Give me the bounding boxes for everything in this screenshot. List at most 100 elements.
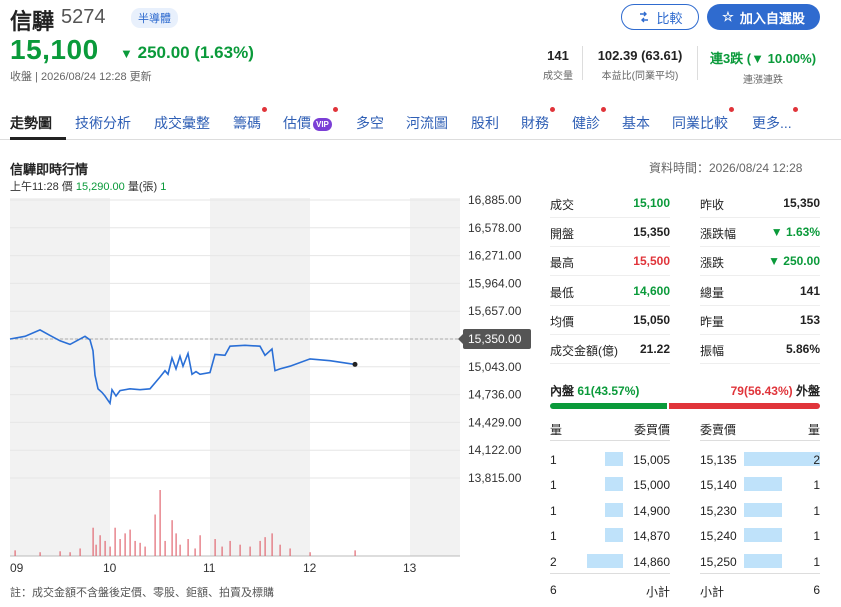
- volume-bar: [59, 551, 61, 556]
- notification-dot: [550, 107, 555, 112]
- data-time: 資料時間：2026/08/24 12:28: [649, 161, 803, 175]
- volume-bar: [114, 527, 116, 556]
- volume-bar: [354, 550, 356, 556]
- status-line: 收盤 | 2026/08/24 12:28 更新: [10, 71, 152, 83]
- volume-bar: [154, 514, 156, 556]
- tab-basic[interactable]: 基本: [622, 113, 650, 133]
- divider: [697, 46, 698, 80]
- volume-bar: [309, 552, 311, 556]
- volume-bar: [229, 540, 231, 556]
- row-divider: [550, 217, 670, 218]
- ask-depth-bar: [744, 502, 782, 517]
- stat-volume-label: 成交量: [543, 71, 573, 82]
- tab-trend[interactable]: 走勢圖: [10, 113, 52, 133]
- add-to-watchlist-button[interactable]: ☆ 加入自選股: [707, 4, 820, 30]
- row-divider: [550, 333, 670, 335]
- header-ask-qty: 量: [807, 423, 820, 437]
- hour-band: [410, 198, 460, 556]
- header-bid-qty: 量: [550, 423, 563, 437]
- row-divider: [700, 304, 820, 306]
- bid-depth-bar: [587, 553, 623, 568]
- row-divider: [550, 275, 670, 277]
- quote-right-value: ▼ 1.63%: [770, 225, 820, 240]
- tab-chips[interactable]: 籌碼: [233, 107, 267, 133]
- quote-left-value: 14,600: [633, 283, 670, 298]
- volume-bar: [124, 533, 126, 556]
- volume-bar: [271, 533, 273, 556]
- tab-dividend[interactable]: 股利: [471, 113, 499, 133]
- volume-bar: [95, 544, 97, 556]
- ask-price: 15,140: [700, 478, 737, 493]
- ask-qty: 1: [813, 478, 820, 493]
- x-tick-label: 11: [203, 561, 216, 575]
- tab-long-short[interactable]: 多空: [356, 113, 384, 133]
- volume-bar: [129, 529, 131, 556]
- bid-qty: 1: [550, 478, 557, 493]
- tab-financial[interactable]: 財務: [521, 107, 555, 133]
- tab-more[interactable]: 更多...: [752, 107, 798, 133]
- volume-bar: [221, 546, 223, 556]
- volume-bar: [109, 546, 111, 556]
- bid-price: 14,870: [633, 529, 670, 544]
- notification-dot: [262, 107, 267, 112]
- tab-health[interactable]: 健診: [572, 107, 606, 133]
- ask-qty: 1: [813, 529, 820, 544]
- y-tick-label: 16,578.00: [468, 221, 522, 235]
- volume-bar: [264, 537, 266, 556]
- bid-subtotal-label: 小計: [645, 585, 670, 599]
- volume-bar: [259, 540, 261, 556]
- tab-peer-compare[interactable]: 同業比較: [672, 107, 734, 133]
- volume-bar: [39, 552, 41, 556]
- tab-technical[interactable]: 技術分析: [75, 113, 131, 133]
- divider: [700, 440, 820, 441]
- y-tick-label: 14,429.00: [468, 415, 522, 429]
- tab-bar: 走勢圖 技術分析 成交彙整 籌碼 估價 VIP 多空 河流圖 股利 財務 健診 基…: [0, 107, 841, 140]
- price-change: ▼ 250.00 (1.63%): [120, 43, 254, 63]
- y-tick-label: 14,736.00: [468, 388, 522, 402]
- volume-bar: [194, 548, 196, 556]
- volume-bar: [175, 533, 177, 556]
- notification-dot: [729, 107, 734, 112]
- header-ask-price: 委賣價: [700, 423, 737, 437]
- tab-river[interactable]: 河流圖: [406, 113, 448, 133]
- industry-badge[interactable]: 半導體: [131, 8, 178, 28]
- y-tick-label: 15,657.00: [468, 304, 522, 318]
- intraday-chart[interactable]: 16,885.00 16,578.00 16,271.00 15,964.00 15,6…: [0, 192, 540, 577]
- ask-price: 15,250: [700, 554, 737, 569]
- volume-bar: [139, 542, 141, 556]
- ask-depth-bar: [744, 528, 782, 543]
- outer-value: 79(56.43%): [730, 384, 793, 398]
- row-divider: [700, 217, 820, 218]
- quote-left-value: 15,050: [633, 312, 670, 327]
- inner-bar: [550, 403, 667, 409]
- x-tick-label: 13: [403, 561, 417, 575]
- ask-qty: 1: [813, 554, 820, 569]
- quote-left-label: 開盤: [550, 227, 575, 242]
- price-change-value: 250.00 (1.63%): [137, 43, 254, 62]
- quote-right-label: 昨量: [700, 314, 725, 329]
- outer-label: 外盤: [795, 384, 820, 398]
- volume-bar: [104, 540, 106, 556]
- divider: [700, 573, 820, 574]
- volume-bar: [214, 539, 216, 556]
- quote-left-value: 15,350: [633, 225, 670, 240]
- volume-bar: [187, 539, 189, 556]
- tab-trades[interactable]: 成交彙整: [154, 113, 210, 133]
- update-timestamp: 2026/08/24 12:28 更新: [40, 71, 152, 83]
- notification-dot: [332, 107, 338, 112]
- tab-valuation[interactable]: 估價 VIP: [283, 107, 338, 133]
- stock-code: 5274: [61, 6, 106, 28]
- volume-bar: [144, 546, 146, 556]
- vip-badge: VIP: [313, 117, 332, 131]
- star-icon: ☆: [722, 9, 734, 24]
- row-divider: [550, 246, 670, 248]
- compare-button[interactable]: 比較: [621, 4, 699, 30]
- y-tick-label: 16,271.00: [468, 249, 522, 263]
- quote-left-label: 最低: [550, 285, 575, 300]
- buy-sell-pressure-bar: [550, 403, 820, 409]
- quote-left-label: 成交: [550, 198, 575, 212]
- ask-price: 15,230: [700, 503, 737, 518]
- volume-bar: [279, 544, 281, 556]
- bid-qty: 1: [550, 503, 557, 518]
- bid-price: 15,005: [633, 453, 670, 467]
